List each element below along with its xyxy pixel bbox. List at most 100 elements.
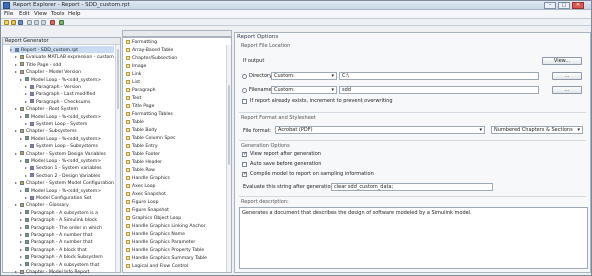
expand-arrow-icon[interactable]: ▸ xyxy=(25,90,29,97)
report-outline-tree[interactable]: Report Generator ▸ Report - SDD_custom.rp… xyxy=(2,37,121,275)
palette-item[interactable]: Chapter/Subsection xyxy=(126,55,225,62)
tree-item[interactable]: ▸ System Loop - System xyxy=(25,120,114,127)
expand-arrow-icon[interactable]: ▸ xyxy=(25,142,29,149)
palette-item[interactable]: Link xyxy=(126,71,225,78)
menu-edit[interactable]: Edit xyxy=(19,11,30,17)
expand-arrow-icon[interactable]: ▸ xyxy=(25,98,29,105)
close-button[interactable]: ✕ xyxy=(572,2,584,9)
browse-filename-button[interactable]: ... xyxy=(552,86,582,94)
palette-item[interactable]: Handle Graphics Linking Anchor xyxy=(126,223,225,230)
browse-directory-button[interactable]: ... xyxy=(552,72,582,80)
tree-item[interactable]: ▸ Model Configuration Set xyxy=(25,194,114,201)
expand-arrow-icon[interactable]: ▸ xyxy=(20,135,24,142)
tree-item[interactable]: ▸ Model Loop - %<sdd_system> xyxy=(20,135,114,142)
expand-arrow-icon[interactable]: ▸ xyxy=(15,268,19,275)
palette-scrollbar[interactable] xyxy=(226,45,231,272)
directory-radio[interactable] xyxy=(242,74,247,79)
palette-item[interactable]: Figure Loop xyxy=(126,199,225,206)
component-palette[interactable]: Formatting Array-Based Table Chapter/Subse… xyxy=(122,37,232,273)
cut-icon[interactable] xyxy=(27,20,32,25)
tree-item[interactable]: ▸ Chapter - Subsystems xyxy=(15,127,114,134)
view-button[interactable]: View... xyxy=(542,57,582,65)
palette-item[interactable]: Logical and Flow Control xyxy=(126,263,225,270)
view-after-generation-checkbox[interactable]: ✓ xyxy=(242,152,247,157)
expand-arrow-icon[interactable]: ▸ xyxy=(20,157,24,164)
tree-item[interactable]: ▸ Paragraph - A number that xyxy=(20,238,114,245)
report-description-textarea[interactable]: Generates a document that describes the … xyxy=(239,207,588,269)
tree-item[interactable]: ▸ Chapter - Glossary xyxy=(15,201,114,208)
palette-item[interactable]: Axes Snapshot xyxy=(126,191,225,198)
expand-arrow-icon[interactable]: ▸ xyxy=(15,201,19,208)
menu-file[interactable]: File xyxy=(4,11,13,17)
filename-radio[interactable] xyxy=(242,88,247,93)
expand-arrow-icon[interactable]: ▸ xyxy=(20,224,24,231)
expand-arrow-icon[interactable]: ▸ xyxy=(20,231,24,238)
menu-help[interactable]: Help xyxy=(68,11,81,17)
tree-item[interactable]: ▸ Paragraph - A number that xyxy=(20,231,114,238)
palette-scroll-thumb[interactable] xyxy=(228,85,230,165)
tree-item[interactable]: ▸ Paragraph - Last modified xyxy=(25,90,114,97)
tree-item[interactable]: ▸ Paragraph - A block that xyxy=(20,246,114,253)
palette-item[interactable]: Handle Graphics Parameter xyxy=(126,239,225,246)
tree-item[interactable]: ▸ Paragraph - Version xyxy=(25,83,114,90)
tree-item[interactable]: ▸ Paragraph - A Simulink block xyxy=(20,216,114,223)
palette-item[interactable]: Table Header xyxy=(126,159,225,166)
expand-arrow-icon[interactable]: ▸ xyxy=(25,172,29,179)
palette-item[interactable]: Table Row xyxy=(126,167,225,174)
tree-item[interactable]: ▸ System Loop - Subsystems xyxy=(25,142,114,149)
filename-input[interactable]: sdd xyxy=(339,86,539,94)
tree-item[interactable]: ▸ Title Page - sdd xyxy=(15,61,114,68)
tree-item[interactable]: ▸ Chapter - System Design Variables xyxy=(15,150,114,157)
paste-icon[interactable] xyxy=(41,20,46,25)
expand-arrow-icon[interactable]: ▸ xyxy=(15,61,19,68)
expand-arrow-icon[interactable]: ▸ xyxy=(20,209,24,216)
palette-item[interactable]: Handle Graphics Name xyxy=(126,231,225,238)
menu-view[interactable]: View xyxy=(34,11,47,17)
palette-item[interactable]: Paragraph xyxy=(126,87,225,94)
expand-arrow-icon[interactable]: ▸ xyxy=(15,53,19,60)
file-format-select[interactable]: Acrobat (PDF) xyxy=(275,126,485,134)
copy-icon[interactable] xyxy=(34,20,39,25)
expand-arrow-icon[interactable]: ▸ xyxy=(20,216,24,223)
compile-model-checkbox[interactable]: ✓ xyxy=(242,172,247,177)
evaluate-string-input[interactable]: clear sdd_custom_data; xyxy=(331,183,493,191)
expand-arrow-icon[interactable]: ▸ xyxy=(15,105,19,112)
increment-checkbox[interactable] xyxy=(242,99,247,104)
directory-input[interactable]: C:\ xyxy=(339,72,539,80)
open-folder-icon[interactable] xyxy=(11,20,16,25)
expand-arrow-icon[interactable]: ▸ xyxy=(20,76,24,83)
palette-item[interactable]: Table Entry xyxy=(126,143,225,150)
tree-item[interactable]: ▸ Evaluate MATLAB expression - custom xyxy=(15,53,114,60)
tree-item[interactable]: ▸ Paragraph - A block Subsystem xyxy=(20,253,114,260)
tree-scrollbar[interactable] xyxy=(115,45,120,272)
expand-arrow-icon[interactable]: ▸ xyxy=(20,238,24,245)
expand-arrow-icon[interactable]: ▸ xyxy=(15,68,19,75)
generate-report-icon[interactable] xyxy=(59,20,64,25)
tree-item[interactable]: ▸ Paragraph - A subsystem is a xyxy=(20,209,114,216)
palette-item[interactable]: Table Body xyxy=(126,127,225,134)
palette-item[interactable]: Handle Graphics Property Table xyxy=(126,247,225,254)
expand-arrow-icon[interactable]: ▸ xyxy=(20,187,24,194)
tree-item[interactable]: ▸ Section 1 - System variables xyxy=(25,164,114,171)
palette-item[interactable]: Table Column Spec xyxy=(126,135,225,142)
tree-item[interactable]: ▸ Report - SDD_custom.rpt xyxy=(10,46,114,53)
expand-arrow-icon[interactable]: ▸ xyxy=(25,83,29,90)
palette-item[interactable]: Text xyxy=(126,95,225,102)
tree-item[interactable]: ▸ Chapter - System Model Configuration xyxy=(15,179,114,186)
palette-item[interactable]: Image xyxy=(126,63,225,70)
tree-item[interactable]: ▸ Model Loop - %<sdd_system> xyxy=(20,76,114,83)
tree-item[interactable]: ▸ Chapter - Model Info Report xyxy=(15,268,114,275)
expand-arrow-icon[interactable]: ▸ xyxy=(25,120,29,127)
tree-scroll-thumb[interactable] xyxy=(117,49,119,109)
expand-arrow-icon[interactable]: ▸ xyxy=(20,113,24,120)
new-report-icon[interactable] xyxy=(4,20,9,25)
tree-item[interactable]: ▸ Paragraph - Checksums xyxy=(25,98,114,105)
expand-arrow-icon[interactable]: ▸ xyxy=(15,150,19,157)
palette-item[interactable]: Formatting xyxy=(126,39,225,46)
tree-item[interactable]: ▸ Model Loop - %<sdd_system> xyxy=(20,113,114,120)
expand-arrow-icon[interactable]: ▸ xyxy=(10,46,14,53)
expand-arrow-icon[interactable]: ▸ xyxy=(20,261,24,268)
palette-item[interactable]: Graphics Object Loop xyxy=(126,215,225,222)
expand-arrow-icon[interactable]: ▸ xyxy=(15,179,19,186)
menu-tools[interactable]: Tools xyxy=(51,11,65,17)
